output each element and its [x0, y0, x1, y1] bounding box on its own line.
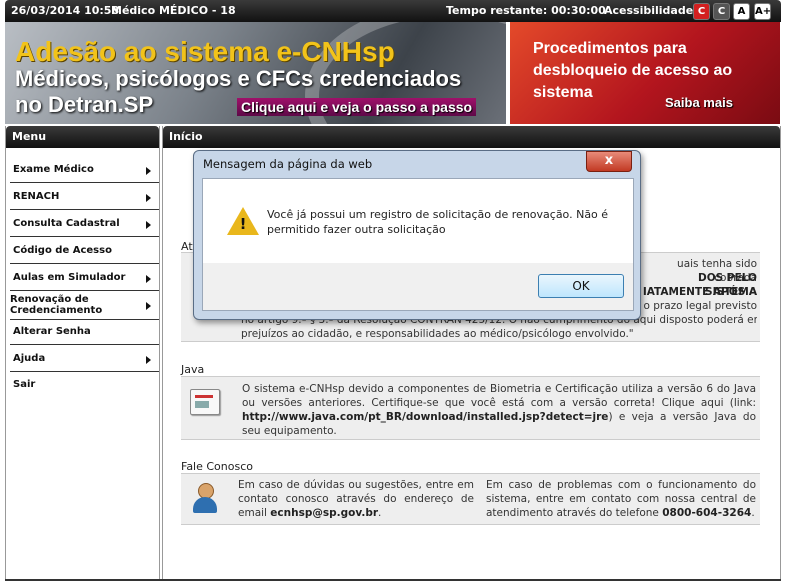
footer-divider	[5, 579, 781, 581]
unlock-banner[interactable]: Procedimentos para desbloqueio de acesso…	[510, 22, 780, 124]
java-box: O sistema e-CNHsp devido a componentes d…	[181, 376, 760, 440]
menu-item-label: Consulta Cadastral	[13, 218, 120, 229]
font-larger-button[interactable]: A+	[754, 3, 771, 20]
menu-item-label: Renovação de Credenciamento	[10, 294, 103, 316]
dialog-title: Mensagem da página da web	[203, 157, 373, 171]
menu-item-label: Alterar Senha	[13, 326, 91, 337]
warning-exclamation-icon: !	[239, 215, 247, 233]
contrast-gray-button[interactable]: C	[713, 3, 730, 20]
menu-title: Menu	[6, 126, 159, 148]
chevron-right-icon	[146, 275, 151, 283]
learn-more-link[interactable]: Saiba mais	[665, 95, 733, 110]
dialog-body: ! Você já possui um registro de solicita…	[202, 178, 634, 265]
top-bar: 26/03/2014 10:58 Médico MÉDICO - 18 Temp…	[5, 0, 781, 22]
menu-item-exame-medico[interactable]: Exame Médico	[10, 159, 159, 183]
menu-item-label: Ajuda	[13, 353, 46, 364]
side-menu: Menu Exame Médico RENACH Consulta Cadast…	[5, 126, 160, 580]
close-button[interactable]: x	[586, 151, 632, 172]
content-title: Início	[163, 126, 780, 148]
menu-item-label: Aulas em Simulador	[13, 272, 126, 283]
menu-item-renach[interactable]: RENACH	[10, 186, 159, 210]
user-name: Médico MÉDICO - 18	[111, 4, 236, 17]
banner-headline: Adesão ao sistema e-CNHsp	[15, 36, 395, 67]
contact-person-icon	[190, 483, 220, 515]
banner-subline: Médicos, psicólogos e CFCs credenciados	[15, 66, 462, 91]
ok-button[interactable]: OK	[538, 274, 624, 298]
dialog-footer: OK	[202, 263, 634, 311]
contact-phone: 0800-604-3264	[662, 507, 752, 519]
chevron-right-icon	[146, 356, 151, 364]
contact-box: Em caso de dúvidas ou sugestões, entre e…	[181, 473, 760, 525]
menu-item-renovacao[interactable]: Renovação de Credenciamento	[10, 294, 159, 320]
menu-item-label: Código de Acesso	[13, 245, 112, 256]
contrast-red-button[interactable]: C	[693, 3, 710, 20]
menu-item-consulta-cadastral[interactable]: Consulta Cadastral	[10, 213, 159, 237]
chevron-right-icon	[146, 194, 151, 202]
menu-item-alterar-senha[interactable]: Alterar Senha	[10, 322, 159, 345]
java-text: O sistema e-CNHsp devido a componentes d…	[242, 382, 756, 438]
java-icon	[190, 389, 220, 415]
session-timer: Tempo restante: 00:30:00	[446, 4, 606, 17]
dialog-message: Você já possui um registro de solicitaçã…	[267, 208, 609, 236]
accessibility-label: Acessibilidade:	[604, 4, 698, 17]
web-message-dialog: Mensagem da página da web x ! Você já po…	[193, 150, 641, 320]
java-download-link[interactable]: http://www.java.com/pt_BR/download/insta…	[242, 411, 608, 423]
menu-item-label: Exame Médico	[13, 164, 94, 175]
adhesion-banner[interactable]: Adesão ao sistema e-CNHsp Médicos, psicó…	[5, 22, 506, 124]
menu-item-label: Sair	[13, 379, 36, 390]
java-text-part1: O sistema e-CNHsp devido a componentes d…	[242, 383, 756, 409]
banner-step-link[interactable]: Clique aqui e veja o passo a passo	[237, 98, 477, 116]
menu-item-aulas-simulador[interactable]: Aulas em Simulador	[10, 267, 159, 291]
menu-item-label: RENACH	[13, 191, 60, 202]
menu-item-sair[interactable]: Sair	[10, 376, 159, 396]
notice-text-f: prejuízos ao cidadão, e responsabilidade…	[241, 328, 634, 340]
chevron-right-icon	[146, 302, 151, 310]
menu-item-codigo-acesso[interactable]: Código de Acesso	[10, 240, 159, 264]
java-section-title: Java	[181, 363, 205, 376]
unlock-banner-text: Procedimentos para desbloqueio de acesso…	[533, 40, 733, 101]
notice-text-d: ir o prazo legal previsto	[632, 300, 757, 312]
contact-email-text: Em caso de dúvidas ou sugestões, entre e…	[238, 479, 474, 519]
contact-section-title: Fale Conosco	[181, 460, 253, 473]
banner-subline-2: no Detran.SP	[15, 92, 154, 117]
contact-phone-text: Em caso de problemas com o funcionamento…	[486, 479, 756, 519]
chevron-right-icon	[146, 167, 151, 175]
font-normal-button[interactable]: A	[733, 3, 750, 20]
contact-email-link[interactable]: ecnhsp@sp.gov.br	[270, 507, 378, 519]
datetime: 26/03/2014 10:58	[11, 4, 120, 17]
chevron-right-icon	[146, 221, 151, 229]
menu-item-ajuda[interactable]: Ajuda	[10, 348, 159, 372]
notice-text-c: IATAMENTE APÓS A	[642, 286, 757, 298]
